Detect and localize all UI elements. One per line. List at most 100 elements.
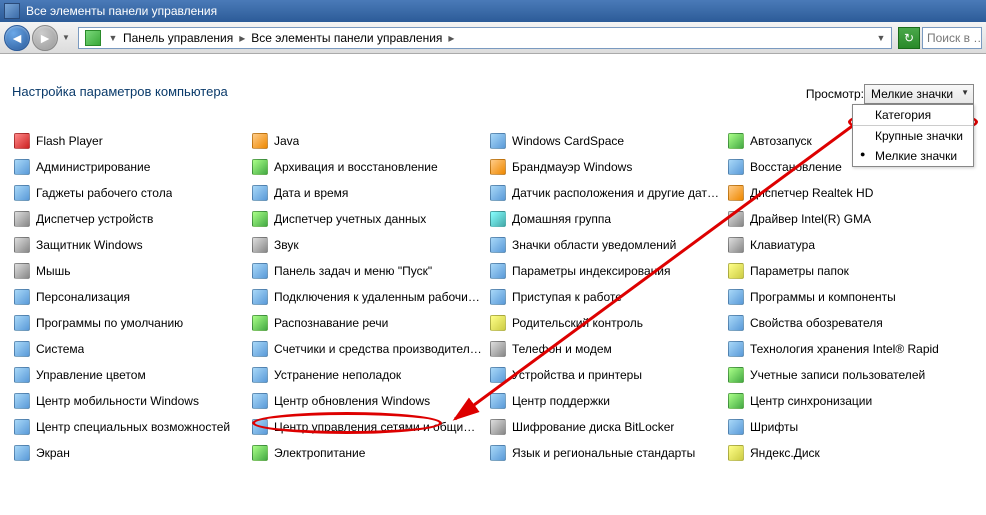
cpl-item[interactable]: Администрирование bbox=[12, 158, 246, 176]
cpl-item[interactable]: Дата и время bbox=[250, 184, 484, 202]
item-label: Windows CardSpace bbox=[512, 134, 624, 148]
cpl-item[interactable]: Диспетчер Realtek HD bbox=[726, 184, 960, 202]
item-label: Подключения к удаленным рабочим с… bbox=[274, 290, 482, 304]
nav-history-dropdown[interactable]: ▼ bbox=[60, 26, 72, 50]
item-icon bbox=[252, 211, 268, 227]
cpl-item[interactable]: Свойства обозревателя bbox=[726, 314, 960, 332]
forward-button[interactable]: ► bbox=[32, 25, 58, 51]
item-label: Звук bbox=[274, 238, 299, 252]
cpl-item[interactable]: Центр специальных возможностей bbox=[12, 418, 246, 436]
item-icon bbox=[728, 159, 744, 175]
cpl-item[interactable]: Устранение неполадок bbox=[250, 366, 484, 384]
item-icon bbox=[14, 341, 30, 357]
item-icon bbox=[728, 263, 744, 279]
cpl-item[interactable]: Домашняя группа bbox=[488, 210, 722, 228]
address-bar[interactable]: ▼ Панель управления ▸ Все элементы панел… bbox=[78, 27, 892, 49]
item-label: Архивация и восстановление bbox=[274, 160, 438, 174]
cpl-item[interactable]: Значки области уведомлений bbox=[488, 236, 722, 254]
cpl-item[interactable]: Диспетчер устройств bbox=[12, 210, 246, 228]
cpl-item[interactable]: Программы по умолчанию bbox=[12, 314, 246, 332]
cpl-item[interactable]: Яндекс.Диск bbox=[726, 444, 960, 462]
item-label: Устранение неполадок bbox=[274, 368, 401, 382]
page-title: Настройка параметров компьютера bbox=[12, 84, 228, 99]
item-label: Гаджеты рабочего стола bbox=[36, 186, 172, 200]
cpl-item[interactable]: Драйвер Intel(R) GMA bbox=[726, 210, 960, 228]
item-label: Распознавание речи bbox=[274, 316, 388, 330]
cpl-item[interactable]: Датчик расположения и другие датч… bbox=[488, 184, 722, 202]
cpl-item[interactable]: Центр поддержки bbox=[488, 392, 722, 410]
item-label: Панель задач и меню "Пуск" bbox=[274, 264, 432, 278]
cpl-item[interactable]: Центр мобильности Windows bbox=[12, 392, 246, 410]
cpl-item[interactable]: Flash Player bbox=[12, 132, 246, 150]
item-icon bbox=[490, 315, 506, 331]
cpl-item[interactable]: Звук bbox=[250, 236, 484, 254]
item-label: Параметры папок bbox=[750, 264, 849, 278]
item-icon bbox=[252, 289, 268, 305]
cpl-item[interactable]: Центр синхронизации bbox=[726, 392, 960, 410]
item-label: Центр мобильности Windows bbox=[36, 394, 199, 408]
cpl-item[interactable]: Windows CardSpace bbox=[488, 132, 722, 150]
refresh-button[interactable]: ↻ bbox=[898, 27, 920, 49]
cpl-item[interactable]: Учетные записи пользователей bbox=[726, 366, 960, 384]
cpl-item[interactable]: Гаджеты рабочего стола bbox=[12, 184, 246, 202]
cpl-item[interactable]: Распознавание речи bbox=[250, 314, 484, 332]
view-option-small-icons[interactable]: Мелкие значки bbox=[853, 146, 973, 166]
cpl-item[interactable]: Управление цветом bbox=[12, 366, 246, 384]
cpl-item[interactable]: Язык и региональные стандарты bbox=[488, 444, 722, 462]
item-icon bbox=[490, 341, 506, 357]
cpl-item[interactable]: Защитник Windows bbox=[12, 236, 246, 254]
view-option-large-icons[interactable]: Крупные значки bbox=[853, 126, 973, 146]
item-label: Родительский контроль bbox=[512, 316, 643, 330]
item-label: Телефон и модем bbox=[512, 342, 612, 356]
item-label: Счетчики и средства производитель… bbox=[274, 342, 482, 356]
item-icon bbox=[490, 211, 506, 227]
item-icon bbox=[252, 237, 268, 253]
cpl-item[interactable]: Персонализация bbox=[12, 288, 246, 306]
search-input[interactable]: Поиск в … bbox=[922, 27, 982, 49]
search-placeholder: Поиск в … bbox=[927, 31, 982, 45]
cpl-item[interactable]: Телефон и модем bbox=[488, 340, 722, 358]
item-icon bbox=[728, 185, 744, 201]
cpl-item[interactable]: Экран bbox=[12, 444, 246, 462]
cpl-item[interactable]: Параметры папок bbox=[726, 262, 960, 280]
cpl-item[interactable]: Диспетчер учетных данных bbox=[250, 210, 484, 228]
item-label: Мышь bbox=[36, 264, 71, 278]
item-icon bbox=[490, 185, 506, 201]
item-icon bbox=[490, 237, 506, 253]
item-label: Датчик расположения и другие датч… bbox=[512, 186, 720, 200]
cpl-item[interactable]: Центр обновления Windows bbox=[250, 392, 484, 410]
cpl-item[interactable]: Программы и компоненты bbox=[726, 288, 960, 306]
cpl-item[interactable]: Брандмауэр Windows bbox=[488, 158, 722, 176]
breadcrumb-2[interactable]: Все элементы панели управления bbox=[249, 31, 444, 45]
item-label: Центр синхронизации bbox=[750, 394, 872, 408]
view-option-category[interactable]: Категория bbox=[853, 105, 973, 126]
cpl-item[interactable]: Шрифты bbox=[726, 418, 960, 436]
address-dropdown-icon[interactable]: ▼ bbox=[105, 33, 121, 43]
breadcrumb-1[interactable]: Панель управления bbox=[121, 31, 235, 45]
cpl-item[interactable]: Родительский контроль bbox=[488, 314, 722, 332]
address-expand-icon[interactable]: ▼ bbox=[873, 33, 889, 43]
cpl-item[interactable]: Подключения к удаленным рабочим с… bbox=[250, 288, 484, 306]
cpl-item[interactable]: Панель задач и меню "Пуск" bbox=[250, 262, 484, 280]
cpl-item[interactable]: Центр управления сетями и общим д… bbox=[250, 418, 484, 436]
cpl-item[interactable]: Технология хранения Intel® Rapid bbox=[726, 340, 960, 358]
window-title: Все элементы панели управления bbox=[26, 4, 217, 18]
cpl-item[interactable]: Java bbox=[250, 132, 484, 150]
item-icon bbox=[14, 367, 30, 383]
cpl-item[interactable]: Система bbox=[12, 340, 246, 358]
control-panel-icon bbox=[85, 30, 101, 46]
cpl-item[interactable]: Шифрование диска BitLocker bbox=[488, 418, 722, 436]
item-label: Система bbox=[36, 342, 84, 356]
cpl-item[interactable]: Электропитание bbox=[250, 444, 484, 462]
cpl-item[interactable]: Счетчики и средства производитель… bbox=[250, 340, 484, 358]
back-button[interactable]: ◄ bbox=[4, 25, 30, 51]
cpl-item[interactable]: Мышь bbox=[12, 262, 246, 280]
cpl-item[interactable]: Приступая к работе bbox=[488, 288, 722, 306]
view-combobox[interactable]: Мелкие значки bbox=[864, 84, 974, 104]
cpl-item[interactable]: Архивация и восстановление bbox=[250, 158, 484, 176]
item-icon bbox=[728, 393, 744, 409]
view-selected: Мелкие значки bbox=[871, 87, 953, 101]
cpl-item[interactable]: Устройства и принтеры bbox=[488, 366, 722, 384]
cpl-item[interactable]: Параметры индексирования bbox=[488, 262, 722, 280]
cpl-item[interactable]: Клавиатура bbox=[726, 236, 960, 254]
